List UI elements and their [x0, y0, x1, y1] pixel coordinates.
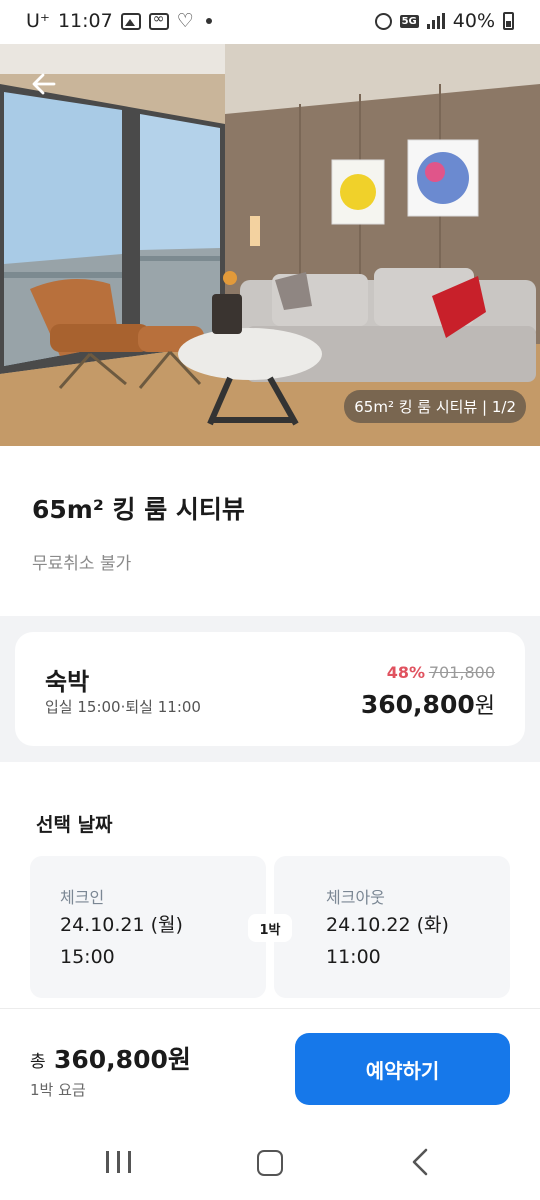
checkin-date: 24.10.21 (월) [60, 914, 183, 936]
stay-option-card[interactable]: 숙박 입실 15:00·퇴실 11:00 48% 701,800 360,800… [15, 632, 525, 746]
signal-icon [426, 13, 445, 29]
carrier-label: U⁺ [26, 10, 50, 32]
original-price: 701,800 [428, 663, 495, 682]
alarm-icon [374, 12, 392, 30]
status-left: U⁺ 11:07 ♡ [26, 10, 212, 32]
room-title: 65m² 킹 룸 시티뷰 [32, 495, 245, 524]
notification-dot-icon [205, 18, 212, 24]
sale-price-amount: 360,800 [360, 690, 475, 719]
back-button[interactable] [24, 64, 64, 104]
voicemail-icon [148, 11, 169, 30]
status-bar: U⁺ 11:07 ♡ 5G 40% [0, 0, 540, 44]
checkin-box[interactable]: 체크인 24.10.21 (월) 15:00 [30, 856, 266, 998]
stay-option-label: 숙박 [45, 668, 90, 696]
checkin-time: 15:00 [60, 946, 115, 968]
cancellation-policy: 무료취소 불가 [32, 554, 132, 574]
chevron-left-icon [412, 1148, 428, 1176]
status-right: 5G 40% [374, 10, 514, 32]
clock: 11:07 [57, 10, 113, 32]
checkout-label: 체크아웃 [326, 888, 385, 907]
checkout-time: 11:00 [326, 946, 381, 968]
nav-back-icon[interactable] [400, 1146, 440, 1178]
checkout-date: 24.10.22 (화) [326, 914, 449, 936]
total-label: 총 [30, 1052, 46, 1072]
book-button[interactable]: 예약하기 [295, 1033, 510, 1105]
room-photo-illustration [0, 44, 540, 446]
checkin-label: 체크인 [60, 888, 105, 907]
home-icon[interactable] [249, 1146, 289, 1178]
booking-bar: 총 360,800원 1박 요금 예약하기 [0, 1008, 540, 1126]
nights-badge: 1박 [248, 914, 292, 942]
battery-icon [503, 12, 514, 30]
checkout-box[interactable]: 체크아웃 24.10.22 (화) 11:00 [274, 856, 510, 998]
gallery-icon [120, 12, 141, 30]
selected-dates-heading: 선택 날짜 [36, 814, 113, 836]
system-nav-bar [0, 1126, 540, 1200]
battery-percent: 40% [452, 10, 495, 32]
arrow-left-icon [32, 73, 56, 95]
stay-checkin-checkout-times: 입실 15:00·퇴실 11:00 [45, 698, 201, 716]
recent-apps-icon[interactable] [98, 1146, 138, 1178]
discount-rate: 48% [386, 663, 425, 682]
sale-price-currency: 원 [474, 694, 495, 719]
network-5g-icon: 5G [399, 14, 419, 28]
sale-price: 360,800원 [361, 688, 495, 720]
photo-caption: 65m² 킹 룸 시티뷰 | 1/2 [344, 390, 526, 423]
room-photo[interactable]: 65m² 킹 룸 시티뷰 | 1/2 [0, 44, 540, 446]
heart-icon: ♡ [176, 10, 194, 32]
price-basis: 1박 요금 [30, 1081, 86, 1099]
total-price: 360,800원 [54, 1045, 191, 1074]
